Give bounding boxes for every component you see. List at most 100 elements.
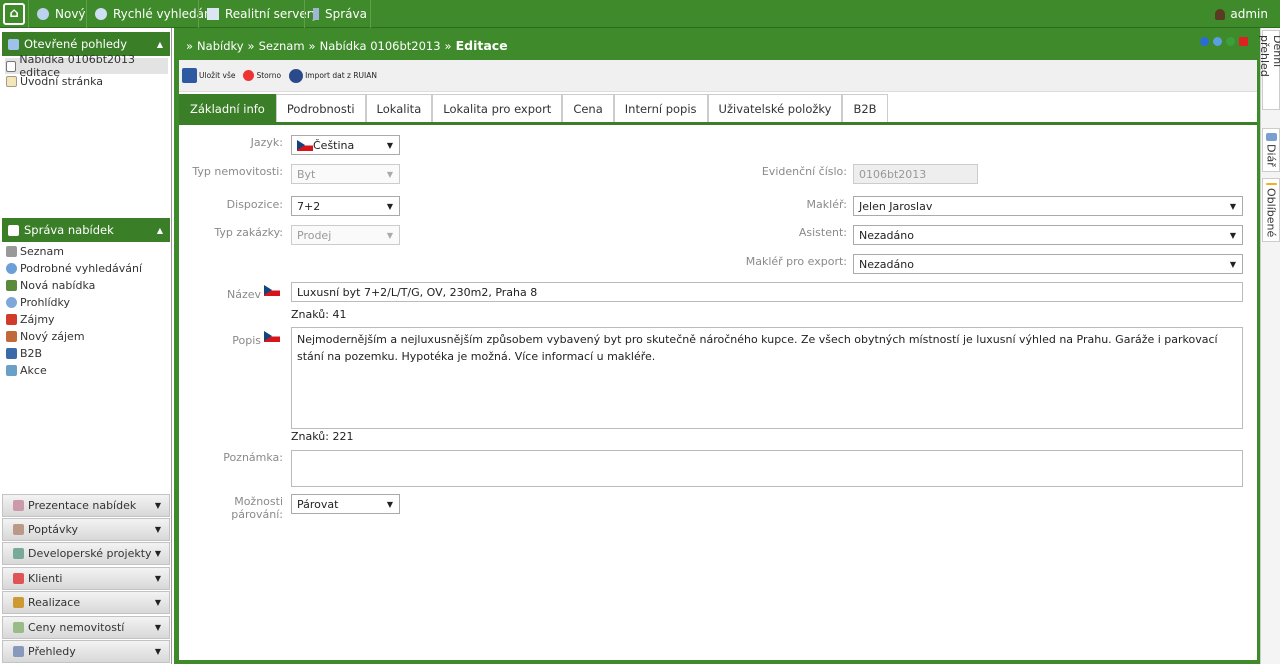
menu-actions-label: Akce <box>20 363 47 377</box>
tab-user-fields[interactable]: Uživatelské položky <box>707 94 843 122</box>
tab-diary[interactable]: Diář <box>1262 128 1280 172</box>
crumb-offers[interactable]: Nabídky <box>197 39 244 53</box>
acc-label: Ceny nemovitostí <box>28 621 125 634</box>
pairing-select[interactable]: Párovat ▼ <box>291 494 400 514</box>
pairing-label-2: párování: <box>231 508 283 521</box>
chevron-down-icon: ▼ <box>386 230 393 240</box>
pairing-label-1: Možnosti <box>234 495 283 508</box>
cancel-button[interactable]: Storno <box>243 70 281 81</box>
acc-label: Poptávky <box>28 523 79 536</box>
star-icon <box>1265 183 1277 185</box>
overview-icon <box>13 646 24 657</box>
acc-developer[interactable]: Developerské projekty ▼ <box>2 542 170 565</box>
description-label: Popis <box>232 334 261 347</box>
list-icon <box>6 245 17 257</box>
record-number-field[interactable]: 0106bt2013 <box>853 164 978 184</box>
tab-favorites[interactable]: Oblíbené <box>1262 178 1280 242</box>
close-icon[interactable] <box>1239 37 1248 46</box>
breadcrumb: » Nabídky » Seznam » Nabídka 0106bt2013 … <box>186 38 508 53</box>
cancel-label: Storno <box>256 71 282 80</box>
open-view-home[interactable]: Úvodní stránka <box>6 73 103 89</box>
acc-overviews[interactable]: Přehledy ▼ <box>2 640 170 663</box>
clients-icon <box>13 573 24 584</box>
agent-select[interactable]: Jelen Jaroslav ▼ <box>853 196 1243 216</box>
acc-clients[interactable]: Klienti ▼ <box>2 567 170 590</box>
calendar-icon <box>1265 133 1277 142</box>
acc-label: Přehledy <box>28 645 76 658</box>
expand-icon: ▼ <box>154 598 161 607</box>
tab-daily-overview[interactable]: Denní přehled <box>1258 30 1280 110</box>
note-textarea[interactable] <box>291 450 1243 487</box>
offers-mgmt-header[interactable]: Správa nabídek ▲ <box>2 218 170 242</box>
refresh-icon[interactable] <box>1213 37 1222 46</box>
tab-location[interactable]: Lokalita <box>365 94 433 122</box>
b2b-icon <box>6 347 17 359</box>
menu-list[interactable]: Seznam <box>6 243 64 259</box>
nav-new-label: Nový <box>55 7 86 21</box>
agent-value: Jelen Jaroslav <box>859 199 933 213</box>
back-icon[interactable] <box>1226 37 1235 46</box>
tab-basic-info[interactable]: Základní info <box>179 94 276 122</box>
daily-overview-label: Denní přehled <box>1258 35 1280 77</box>
acc-demands[interactable]: Poptávky ▼ <box>2 518 170 541</box>
developer-icon <box>13 548 24 559</box>
import-ruian-button[interactable]: Import dat z RUIAN <box>289 68 377 83</box>
eye-icon <box>6 296 17 308</box>
new-offer-icon <box>6 279 17 291</box>
server-icon <box>207 8 219 20</box>
user-icon <box>1215 8 1226 20</box>
crumb-list[interactable]: Seznam <box>259 39 305 53</box>
assistant-select[interactable]: Nezadáno ▼ <box>853 225 1243 245</box>
open-view-offer-edit[interactable]: Nabídka 0106bt2013 editace <box>5 53 168 79</box>
content-area: Uložit vše Storno Import dat z RUIAN Zák… <box>179 60 1257 660</box>
layout-value: 7+2 <box>297 199 321 213</box>
menu-actions[interactable]: Akce <box>6 362 47 378</box>
tab-price[interactable]: Cena <box>562 94 614 122</box>
tab-location-export[interactable]: Lokalita pro export <box>432 94 563 122</box>
presentation-icon <box>13 500 24 511</box>
contract-type-select[interactable]: Prodej ▼ <box>291 225 400 245</box>
new-icon <box>37 8 49 20</box>
menu-new-interest[interactable]: Nový zájem <box>6 328 85 344</box>
user-name: admin <box>1230 7 1268 21</box>
user-menu[interactable]: admin <box>1215 0 1268 28</box>
description-textarea[interactable]: Nejmodernějším a nejluxusnějším způsobem… <box>291 327 1243 429</box>
acc-prices[interactable]: Ceny nemovitostí ▼ <box>2 616 170 639</box>
record-number-label: Evidenční číslo: <box>761 165 847 178</box>
tab-details[interactable]: Podrobnosti <box>275 94 366 122</box>
menu-interests[interactable]: Zájmy <box>6 311 55 327</box>
property-type-select[interactable]: Byt ▼ <box>291 164 400 184</box>
acc-presentations[interactable]: Prezentace nabídek ▼ <box>2 494 170 517</box>
layout-select[interactable]: 7+2 ▼ <box>291 196 400 216</box>
note-label: Poznámka: <box>223 451 283 464</box>
left-panel: Otevřené pohledy ▲ Nabídka 0106bt2013 edi… <box>0 28 172 664</box>
nav-admin[interactable]: Správa <box>304 0 375 28</box>
crumb-offer[interactable]: Nabídka 0106bt2013 <box>320 39 441 53</box>
wrench-icon <box>313 8 319 20</box>
agent-label: Makléř: <box>806 198 847 211</box>
menu-viewings[interactable]: Prohlídky <box>6 294 70 310</box>
contract-type-label: Typ zakázky: <box>214 226 283 239</box>
menu-list-label: Seznam <box>20 244 64 258</box>
title-input[interactable]: Luxusní byt 7+2/L/T/G, OV, 230m2, Praha … <box>291 282 1243 302</box>
save-all-label: Uložit vše <box>199 71 236 80</box>
tab-b2b[interactable]: B2B <box>842 94 888 122</box>
tab-internal-description[interactable]: Interní popis <box>613 94 708 122</box>
menu-b2b[interactable]: B2B <box>6 345 42 361</box>
language-select[interactable]: Čeština ▼ <box>291 135 400 155</box>
save-all-button[interactable]: Uložit vše <box>182 68 235 83</box>
menu-new-offer[interactable]: Nová nabídka <box>6 277 95 293</box>
home-logo-icon[interactable]: ⌂ <box>3 3 25 25</box>
import-ruian-label: Import dat z RUIAN <box>305 71 377 80</box>
acc-realization[interactable]: Realizace ▼ <box>2 591 170 614</box>
assistant-label: Asistent: <box>798 226 847 239</box>
home-page-icon <box>6 75 17 87</box>
nav-divider <box>370 0 371 28</box>
action-icon <box>6 364 17 376</box>
assistant-value: Nezadáno <box>859 228 914 242</box>
menu-detailed-search[interactable]: Podrobné vyhledávání <box>6 260 142 276</box>
export-agent-select[interactable]: Nezadáno ▼ <box>853 254 1243 274</box>
acc-label: Realizace <box>28 596 81 609</box>
nav-new[interactable]: Nový <box>28 0 94 28</box>
help-icon[interactable] <box>1200 37 1209 46</box>
